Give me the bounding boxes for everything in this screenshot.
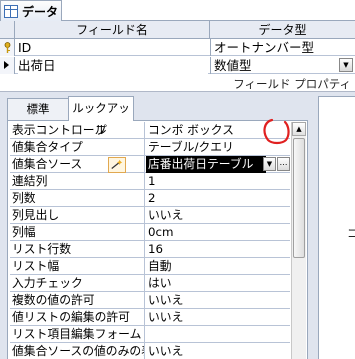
help-pane: コ (318, 96, 355, 359)
property-scrollbar[interactable]: ▲ (291, 122, 306, 359)
current-row-pointer-icon (4, 61, 9, 69)
scroll-up-button[interactable]: ▲ (292, 122, 306, 136)
data-type-cell[interactable]: 数値型 ▼ (210, 57, 355, 74)
property-label: 複数の値の許可 (10, 292, 145, 309)
field-row[interactable]: 出荷日 数値型 ▼ (0, 57, 355, 74)
field-name-cell[interactable]: 出荷日 (18, 57, 208, 74)
column-header-field-name: フィールド名 (15, 21, 210, 39)
property-row[interactable]: 列数 2 (10, 190, 290, 207)
property-label: リスト行数 (10, 241, 145, 258)
property-label: 値集合タイプ (10, 139, 145, 156)
column-header-data-type: データ型 (258, 23, 307, 37)
help-text-fragment: コ (347, 227, 355, 240)
tab-label: データ (22, 4, 59, 19)
property-row[interactable]: 入力チェック はい (10, 275, 290, 292)
property-row-row-source[interactable]: 値集合ソース 店番出荷日テーブル ▼ … (10, 156, 290, 173)
field-properties-title: フィールド プロパティ (233, 77, 351, 91)
primary-key-icon (4, 42, 11, 53)
property-row[interactable]: 列幅 0cm (10, 224, 290, 241)
property-label: 列幅 (10, 224, 145, 241)
tab-data[interactable]: データ (0, 0, 62, 21)
row-selector[interactable] (0, 39, 15, 56)
property-row[interactable]: 列見出し いいえ (10, 207, 290, 224)
row-selector[interactable] (0, 57, 15, 74)
property-label: リスト項目編集フォーム (10, 326, 145, 343)
field-grid-header: フィールド名 データ型 (0, 21, 355, 39)
row-source-builder-button[interactable]: … (277, 157, 290, 171)
property-row[interactable]: リスト幅 自動 (10, 258, 290, 275)
property-label: リスト幅 (10, 258, 145, 275)
field-name-cell[interactable]: ID (18, 39, 208, 56)
data-type-value: 数値型 (214, 58, 252, 73)
data-type-cell[interactable]: オートナンバー型 (210, 39, 355, 56)
property-row[interactable]: リスト行数 16 (10, 241, 290, 258)
table-design-view: データ フィールド名 データ型 ID オートナンバー型 出荷日 数値型 ▼ フィ… (0, 0, 355, 359)
data-type-dropdown-button[interactable]: ▼ (339, 58, 353, 72)
property-value[interactable]: いいえ (146, 207, 290, 224)
table-icon (4, 4, 18, 18)
property-row[interactable]: リスト項目編集フォーム (10, 326, 290, 343)
property-label: 値リストの編集の許可 (10, 309, 145, 326)
property-value[interactable]: 0cm (146, 224, 290, 241)
property-value[interactable]: いいえ (146, 292, 290, 309)
property-value[interactable]: コンボ ボックス (146, 122, 290, 139)
property-row[interactable]: 値リストの編集の許可 いいえ (10, 309, 290, 326)
property-value[interactable]: はい (146, 275, 290, 292)
property-label: 列見出し (10, 207, 145, 224)
property-row[interactable]: 値集合タイプ テーブル/クエリ (10, 139, 290, 156)
property-row[interactable]: 複数の値の許可 いいえ (10, 292, 290, 309)
property-value[interactable]: 2 (146, 190, 290, 207)
property-label: 連結列 (10, 173, 145, 190)
property-label: 入力チェック (10, 275, 145, 292)
property-value[interactable]: テーブル/クエリ (146, 139, 290, 156)
property-value[interactable]: 16 (146, 241, 290, 258)
property-row[interactable]: 表示コントロール コンボ ボックス (10, 122, 290, 139)
build-wand-icon[interactable] (108, 157, 126, 173)
property-label: 列数 (10, 190, 145, 207)
row-selector-header[interactable] (0, 21, 15, 39)
property-value[interactable]: 自動 (146, 258, 290, 275)
tab-general[interactable]: 標準 (7, 98, 69, 120)
property-row[interactable]: 値集合ソースの値のみの表 いいえ (10, 343, 290, 359)
row-source-dropdown-button[interactable]: ▼ (263, 157, 276, 171)
property-value[interactable]: いいえ (146, 343, 290, 359)
scroll-thumb[interactable] (293, 138, 305, 258)
property-value[interactable]: 1 (146, 173, 290, 190)
field-row[interactable]: ID オートナンバー型 (0, 39, 355, 56)
property-value[interactable]: いいえ (146, 309, 290, 326)
tab-lookup[interactable]: ルックアップ (68, 96, 134, 137)
property-label: 値集合ソースの値のみの表 (12, 343, 145, 359)
row-source-value[interactable]: 店番出荷日テーブル (146, 156, 266, 173)
property-value[interactable] (146, 326, 290, 343)
property-label: 表示コントロール (10, 122, 145, 139)
property-row[interactable]: 連結列 1 (10, 173, 290, 190)
